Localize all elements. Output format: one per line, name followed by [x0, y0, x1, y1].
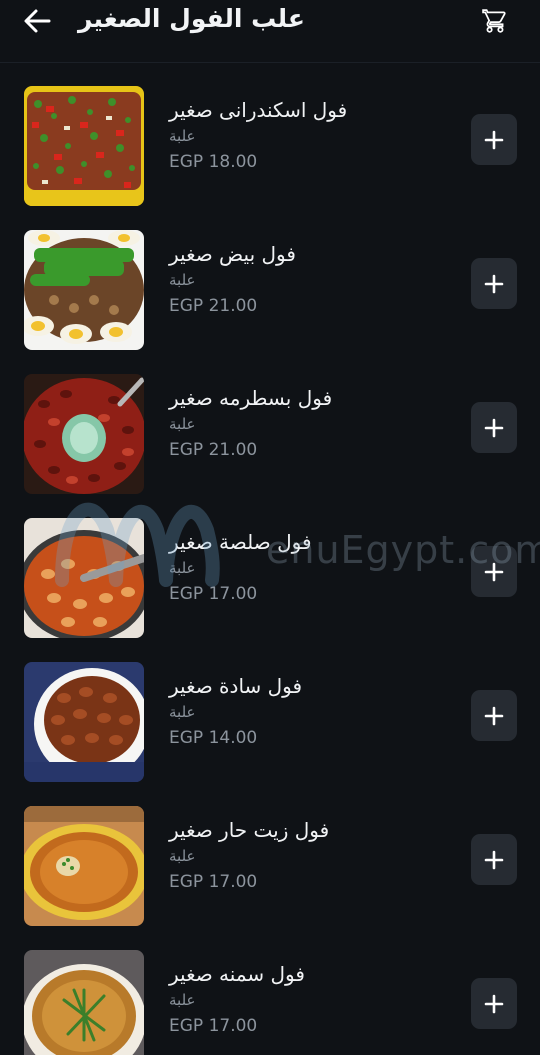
- item-price: EGP 17.00: [169, 584, 258, 604]
- item-price: EGP 21.00: [169, 440, 258, 460]
- item-name: فول سادة صغير: [169, 674, 303, 698]
- app-bar: علب الفول الصغير: [0, 0, 540, 63]
- plus-icon: [484, 706, 504, 725]
- add-button[interactable]: [471, 114, 517, 165]
- list-item[interactable]: فول سمنه صغير علبة EGP 17.00: [0, 926, 540, 1055]
- foul-alexandrian-image: [24, 86, 144, 206]
- foul-sauce-image: [24, 518, 144, 638]
- item-unit: علبة: [169, 559, 196, 577]
- page-title: علب الفول الصغير: [78, 4, 305, 33]
- plus-icon: [484, 994, 504, 1013]
- plus-icon: [484, 418, 504, 437]
- plus-icon: [484, 562, 504, 581]
- menu-screen: علب الفول الصغير فول اسكندرانى صغير علبة…: [0, 0, 540, 1055]
- product-list: فول اسكندرانى صغير علبة EGP 18.00 فول بي…: [0, 62, 540, 1055]
- item-price: EGP 17.00: [169, 1016, 258, 1036]
- item-info: فول سادة صغير علبة EGP 14.00: [169, 672, 449, 752]
- item-info: فول بسطرمه صغير علبة EGP 21.00: [169, 384, 449, 464]
- cart-button[interactable]: [480, 6, 510, 36]
- add-button[interactable]: [471, 978, 517, 1029]
- plus-icon: [484, 850, 504, 869]
- item-name: فول اسكندرانى صغير: [169, 98, 348, 122]
- item-unit: علبة: [169, 847, 196, 865]
- foul-plain-image: [24, 662, 144, 782]
- list-item[interactable]: فول بسطرمه صغير علبة EGP 21.00: [0, 350, 540, 494]
- foul-egg-image: [24, 230, 144, 350]
- list-item[interactable]: فول صلصة صغير علبة EGP 17.00: [0, 494, 540, 638]
- foul-pastrami-image: [24, 374, 144, 494]
- item-info: فول سمنه صغير علبة EGP 17.00: [169, 960, 449, 1040]
- cart-icon: [482, 9, 506, 33]
- item-name: فول زيت حار صغير: [169, 818, 330, 842]
- item-name: فول صلصة صغير: [169, 530, 312, 554]
- item-info: فول زيت حار صغير علبة EGP 17.00: [169, 816, 449, 896]
- back-button[interactable]: [20, 6, 54, 36]
- item-price: EGP 21.00: [169, 296, 258, 316]
- add-button[interactable]: [471, 258, 517, 309]
- foul-hot-oil-image: [24, 806, 144, 926]
- item-price: EGP 18.00: [169, 152, 258, 172]
- item-info: فول اسكندرانى صغير علبة EGP 18.00: [169, 96, 449, 176]
- item-unit: علبة: [169, 271, 196, 289]
- item-info: فول بيض صغير علبة EGP 21.00: [169, 240, 449, 320]
- foul-ghee-image: [24, 950, 144, 1055]
- list-item[interactable]: فول بيض صغير علبة EGP 21.00: [0, 206, 540, 350]
- add-button[interactable]: [471, 834, 517, 885]
- item-info: فول صلصة صغير علبة EGP 17.00: [169, 528, 449, 608]
- item-unit: علبة: [169, 127, 196, 145]
- item-unit: علبة: [169, 703, 196, 721]
- list-item[interactable]: فول سادة صغير علبة EGP 14.00: [0, 638, 540, 782]
- item-unit: علبة: [169, 991, 196, 1009]
- item-name: فول بيض صغير: [169, 242, 296, 266]
- plus-icon: [484, 130, 504, 149]
- list-item[interactable]: فول زيت حار صغير علبة EGP 17.00: [0, 782, 540, 926]
- add-button[interactable]: [471, 402, 517, 453]
- item-price: EGP 14.00: [169, 728, 258, 748]
- item-name: فول بسطرمه صغير: [169, 386, 333, 410]
- plus-icon: [484, 274, 504, 293]
- add-button[interactable]: [471, 690, 517, 741]
- add-button[interactable]: [471, 546, 517, 597]
- item-unit: علبة: [169, 415, 196, 433]
- item-name: فول سمنه صغير: [169, 962, 305, 986]
- item-price: EGP 17.00: [169, 872, 258, 892]
- list-item[interactable]: فول اسكندرانى صغير علبة EGP 18.00: [0, 62, 540, 206]
- arrow-left-icon: [24, 9, 51, 33]
